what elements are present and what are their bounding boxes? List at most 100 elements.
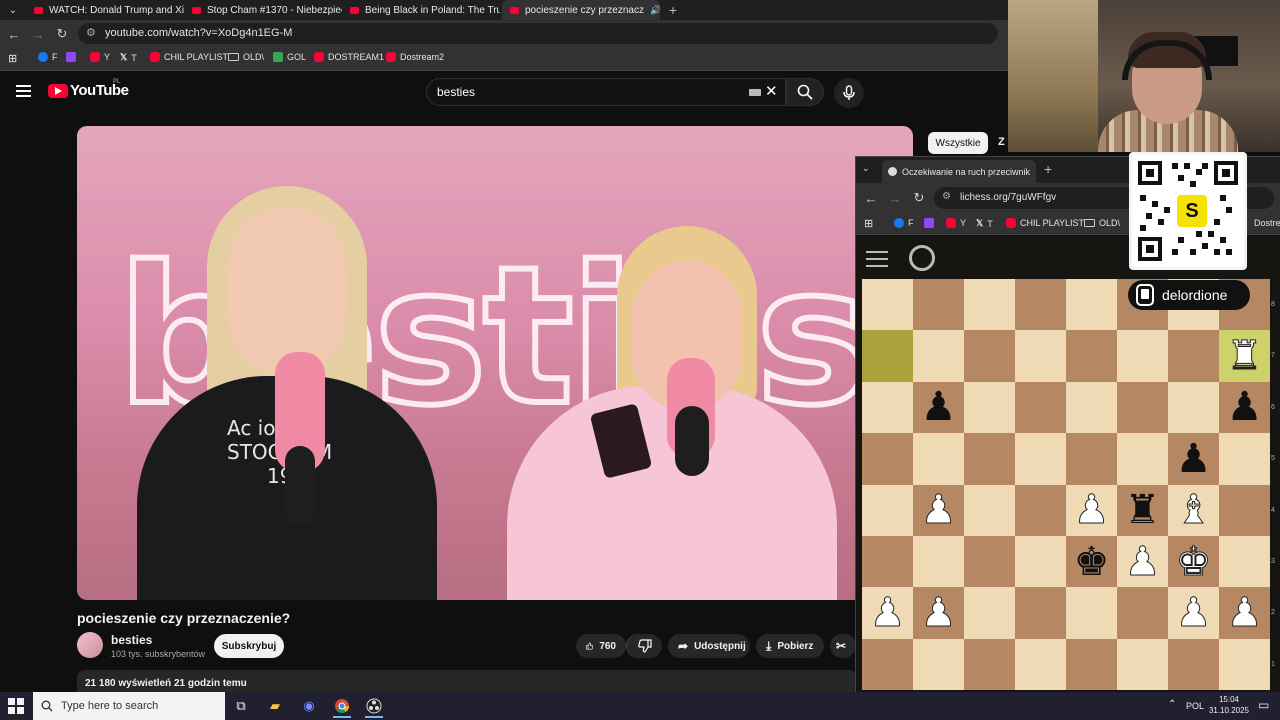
board-square[interactable]	[1066, 381, 1117, 434]
board-square[interactable]: ♟	[913, 587, 964, 639]
board-square[interactable]	[964, 279, 1015, 331]
bookmark-item[interactable]	[66, 52, 76, 62]
board-square[interactable]	[862, 330, 913, 382]
tray-chevron-icon[interactable]: ⌃	[1168, 699, 1176, 710]
board-square[interactable]	[862, 484, 913, 536]
clip-button[interactable]: ✂	[830, 634, 856, 658]
bookmark-item[interactable]: Y	[90, 52, 110, 62]
board-square[interactable]	[862, 433, 913, 485]
bookmark-item[interactable]: F	[894, 218, 914, 228]
board-square[interactable]	[1015, 330, 1066, 382]
board-square[interactable]	[1219, 638, 1270, 691]
board-square[interactable]	[964, 484, 1015, 536]
board-square[interactable]	[964, 330, 1015, 382]
obs-icon[interactable]	[359, 694, 389, 718]
board-square[interactable]: ♟	[1219, 587, 1270, 639]
board-square[interactable]	[1117, 330, 1168, 382]
apps-grid-icon[interactable]: ⊞	[8, 52, 17, 65]
close-tab-icon[interactable]: ✕	[1035, 166, 1036, 177]
black-pawn-icon[interactable]: ♟	[1176, 439, 1212, 479]
board-square[interactable]	[913, 535, 964, 588]
back-arrow-icon[interactable]: ←	[5, 25, 23, 43]
board-square[interactable]	[1015, 279, 1066, 331]
board-square[interactable]: ♚	[1168, 535, 1219, 588]
search-button[interactable]	[786, 78, 824, 106]
keyboard-language[interactable]: POL	[1186, 701, 1204, 711]
board-square[interactable]	[862, 381, 913, 434]
bookmark-item[interactable]: 𝕏T	[120, 52, 137, 63]
apps-grid-icon[interactable]: ⊞	[864, 217, 873, 230]
forward-arrow-icon[interactable]: →	[886, 189, 904, 207]
chrome-icon[interactable]	[327, 694, 357, 718]
channel-name[interactable]: besties	[111, 633, 152, 647]
board-square[interactable]: ♟	[1066, 484, 1117, 536]
board-square[interactable]: ♟	[913, 484, 964, 536]
download-button[interactable]: ⤓ Pobierz	[756, 634, 824, 658]
bookmark-item[interactable]: DOSTREAM1	[314, 52, 384, 62]
voice-search-button[interactable]	[834, 78, 864, 108]
audio-playing-icon[interactable]: 🔊	[650, 5, 660, 16]
file-explorer-icon[interactable]: ▰	[260, 694, 290, 718]
bookmark-item[interactable]: CHIL PLAYLIST	[1006, 218, 1084, 228]
white-pawn-icon[interactable]: ♟	[1124, 541, 1161, 582]
browser-tab-active[interactable]: Oczekiwanie na ruch przeciwnik ✕	[882, 160, 1036, 183]
reload-icon[interactable]: ↻	[910, 189, 928, 207]
board-square[interactable]	[1219, 535, 1270, 588]
board-square[interactable]	[1168, 638, 1219, 691]
opponent-name[interactable]: delordione	[1162, 287, 1227, 303]
black-king-icon[interactable]: ♚	[1074, 542, 1110, 582]
tab-search-chevron-icon[interactable]: ⌄	[2, 0, 24, 20]
board-square[interactable]	[1168, 330, 1219, 382]
bookmark-item[interactable]: CHIL PLAYLIST	[150, 52, 228, 62]
address-bar[interactable]: ⚙ youtube.com/watch?v=XoDg4n1EG-M	[78, 23, 998, 44]
video-player[interactable]: besties Ac ios STOC OLM 19 6	[77, 126, 913, 600]
bookmark-item[interactable]: Dostre	[1254, 218, 1280, 228]
board-square[interactable]	[1015, 587, 1066, 639]
board-square[interactable]	[1066, 279, 1117, 331]
white-pawn-icon[interactable]: ♟	[1175, 593, 1212, 634]
board-square[interactable]	[1015, 433, 1066, 485]
board-square[interactable]	[913, 330, 964, 382]
board-square[interactable]: ♟	[1219, 381, 1270, 434]
board-square[interactable]	[1219, 433, 1270, 485]
share-button[interactable]: ➦ Udostępnij	[668, 634, 750, 658]
board-square[interactable]	[1117, 638, 1168, 691]
browser-tab[interactable]: Stop Cham #1370 - Niebezpiec ✕	[184, 0, 342, 20]
board-square[interactable]	[964, 638, 1015, 691]
bookmark-item[interactable]: Y	[946, 218, 966, 228]
browser-tab[interactable]: Being Black in Poland: The Trut ✕	[342, 0, 500, 20]
board-square[interactable]	[964, 587, 1015, 639]
bookmark-item[interactable]: F	[38, 52, 58, 62]
board-square[interactable]	[1066, 330, 1117, 382]
tab-search-chevron-icon[interactable]: ⌄	[862, 163, 870, 174]
board-square[interactable]: ♟	[862, 587, 913, 639]
white-king-icon[interactable]: ♚	[1175, 541, 1212, 582]
board-square[interactable]	[1168, 381, 1219, 434]
board-square[interactable]	[862, 535, 913, 588]
chip-next[interactable]: Z	[998, 132, 1005, 148]
bookmark-item[interactable]: Dostream2	[386, 52, 444, 62]
black-pawn-icon[interactable]: ♟	[1227, 387, 1263, 427]
clock[interactable]: 15:04 31.10.2025	[1208, 694, 1250, 716]
board-square[interactable]	[862, 638, 913, 691]
new-tab-button[interactable]: +	[664, 0, 682, 20]
taskbar-search[interactable]: Type here to search	[33, 692, 225, 720]
task-view-icon[interactable]: ⧉	[226, 694, 256, 718]
board-square[interactable]: ♜	[1219, 330, 1270, 382]
board-square[interactable]	[913, 433, 964, 485]
board-square[interactable]	[1066, 433, 1117, 485]
chess-board[interactable]: ♜ ♟ ♟ ♟ ♟ ♟ ♜ ♝ ♚ ♟ ♚ ♟ ♟ ♟ ♟	[862, 279, 1270, 691]
windows-start-icon[interactable]	[8, 698, 24, 714]
board-square[interactable]: ♟	[1168, 587, 1219, 639]
white-pawn-icon[interactable]: ♟	[1073, 490, 1110, 531]
white-rook-icon[interactable]: ♜	[1226, 336, 1263, 377]
board-square[interactable]	[1066, 587, 1117, 639]
board-square[interactable]	[1015, 535, 1066, 588]
discord-icon[interactable]: ◉	[294, 694, 324, 718]
board-square[interactable]	[1117, 381, 1168, 434]
like-button[interactable]: 760	[576, 634, 626, 658]
forward-arrow-icon[interactable]: →	[29, 25, 47, 43]
browser-tab[interactable]: WATCH: Donald Trump and Xi J ✕	[26, 0, 184, 20]
board-square[interactable]	[964, 433, 1015, 485]
board-square[interactable]	[913, 638, 964, 691]
